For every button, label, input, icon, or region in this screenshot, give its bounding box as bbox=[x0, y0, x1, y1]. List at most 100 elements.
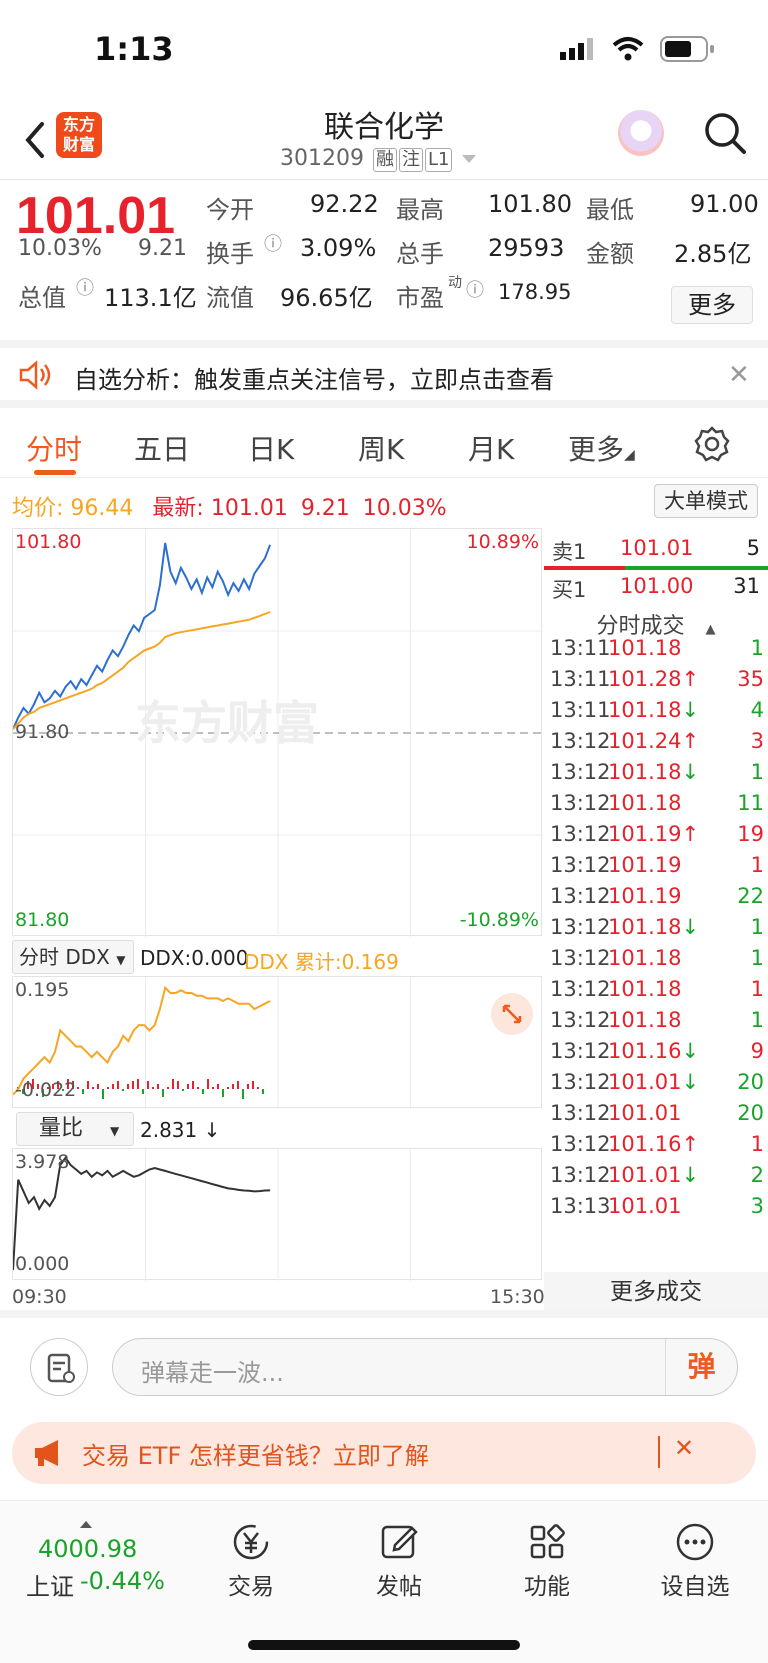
trade-direction-icon: ↑ bbox=[681, 729, 700, 753]
intraday-chart[interactable]: 101.80 91.80 81.80 10.89% -10.89% 东方财富 bbox=[12, 528, 543, 937]
volume-ratio-value: 2.831 ↓ bbox=[140, 1118, 221, 1142]
caret-up-icon: ▲ bbox=[705, 622, 716, 637]
turnover-value: 3.09% bbox=[300, 234, 377, 262]
info-dots-icon[interactable]: ⓘ bbox=[466, 276, 484, 302]
tab-weekly-k[interactable]: 周K bbox=[358, 428, 404, 468]
ask-qty: 5 bbox=[746, 536, 760, 560]
volume-ratio-chart-svg bbox=[13, 1149, 411, 1281]
index-change[interactable]: -0.44% bbox=[80, 1567, 165, 1595]
search-icon[interactable] bbox=[702, 110, 748, 156]
trade-row: 13:12 101.18↓ 1 bbox=[550, 760, 764, 792]
avg-value: 96.44 bbox=[70, 496, 134, 521]
danmu-send-button[interactable]: 弹 bbox=[665, 1339, 737, 1395]
trade-price: 101.24↑ bbox=[608, 729, 699, 753]
wifi-icon bbox=[612, 37, 644, 61]
more-quote-button[interactable]: 更多 bbox=[671, 286, 753, 324]
trade-qty: 1 bbox=[750, 1008, 764, 1032]
ddx-chart-svg bbox=[13, 977, 411, 1109]
info-dots-icon[interactable]: ⓘ bbox=[76, 274, 94, 300]
watermark: 东方财富 bbox=[135, 696, 319, 750]
ddx-bar bbox=[262, 1089, 264, 1094]
bid-row[interactable]: 买1 101.00 31 bbox=[544, 568, 768, 604]
analysis-notice[interactable]: 自选分析：触发重点关注信号，立即点击查看 ✕ bbox=[0, 340, 768, 408]
more-trades-button[interactable]: 更多成交 bbox=[544, 1272, 768, 1312]
ddx-selector[interactable]: 分时 DDX ▼ bbox=[12, 940, 134, 974]
volume-ratio-label: 量比 bbox=[39, 1116, 84, 1141]
volume-value: 29593 bbox=[488, 234, 565, 262]
price-info-line: 均价: 96.44 最新: 101.01 9.21 10.03% bbox=[12, 490, 447, 522]
trade-price-value: 101.19 bbox=[608, 853, 682, 877]
stock-code-row[interactable]: 301209 融注 L1 bbox=[280, 146, 477, 172]
close-icon[interactable]: ✕ bbox=[728, 360, 750, 390]
ddx-bar bbox=[192, 1081, 194, 1089]
trade-price: 101.18 bbox=[608, 977, 681, 1001]
ddx-bar bbox=[257, 1087, 259, 1089]
trade-qty: 20 bbox=[737, 1101, 764, 1125]
tab-daily-k[interactable]: 日K bbox=[248, 428, 294, 468]
ask-row[interactable]: 卖1 101.01 5 bbox=[544, 530, 768, 566]
trade-price-value: 101.28 bbox=[608, 667, 682, 691]
trade-qty: 4 bbox=[750, 698, 764, 722]
trade-time: 13:12 bbox=[550, 822, 611, 846]
pe-label: 市盈 bbox=[396, 284, 444, 312]
danmu-input[interactable]: 弹幕走一波... 弹 bbox=[112, 1338, 738, 1396]
trade-time: 13:12 bbox=[550, 1039, 611, 1063]
trade-row: 13:11 101.28↑ 35 bbox=[550, 667, 764, 699]
trade-qty: 1 bbox=[750, 977, 764, 1001]
ddx-bar bbox=[157, 1084, 159, 1089]
tab-intraday[interactable]: 分时 bbox=[26, 428, 82, 468]
trade-qty: 9 bbox=[750, 1039, 764, 1063]
trade-price: 101.18↓ bbox=[608, 760, 699, 784]
trade-time: 13:11 bbox=[550, 636, 611, 660]
danmu-settings-button[interactable] bbox=[30, 1338, 88, 1396]
volume-ratio-selector[interactable]: 量比 ▼ bbox=[16, 1112, 134, 1146]
chart-tabs: 分时 五日 日K 周K 月K 更多◢ bbox=[0, 408, 768, 478]
edit-icon bbox=[381, 1525, 418, 1559]
trade-price-value: 101.01 bbox=[608, 1194, 682, 1218]
trade-price-value: 101.18 bbox=[608, 915, 682, 939]
ddx-bar bbox=[187, 1084, 189, 1089]
ddx-bar bbox=[147, 1081, 149, 1089]
ddx-selector-label: 分时 DDX bbox=[19, 945, 110, 969]
trade-row: 13:12 101.24↑ 3 bbox=[550, 729, 764, 761]
trade-qty: 3 bbox=[750, 1194, 764, 1218]
info-dots-icon[interactable]: ⓘ bbox=[264, 230, 282, 256]
trade-row: 13:12 101.19 1 bbox=[550, 853, 764, 885]
trade-price: 101.01↓ bbox=[608, 1070, 699, 1094]
trade-price-value: 101.24 bbox=[608, 729, 682, 753]
trade-qty: 1 bbox=[750, 915, 764, 939]
volume-ratio-chart[interactable]: 3.978 0.000 bbox=[12, 1148, 542, 1281]
tab-monthly-k[interactable]: 月K bbox=[468, 428, 514, 468]
document-settings-icon bbox=[47, 1353, 75, 1383]
ddx-chart[interactable]: 0.195 -0.022 bbox=[12, 976, 542, 1109]
level1-tag: L1 bbox=[424, 148, 453, 172]
trade-time: 13:12 bbox=[550, 884, 611, 908]
trade-price: 101.18 bbox=[608, 1008, 681, 1032]
etf-ad-banner[interactable]: 交易 ETF 怎样更省钱？立即了解 ✕ bbox=[12, 1422, 756, 1484]
trade-qty: 1 bbox=[750, 946, 764, 970]
tab-five-day[interactable]: 五日 bbox=[134, 428, 190, 468]
big-order-mode-button[interactable]: 大单模式 bbox=[654, 484, 758, 518]
assistant-avatar[interactable] bbox=[618, 110, 664, 156]
trade-qty: 1 bbox=[750, 853, 764, 877]
index-name[interactable]: 上证 bbox=[26, 1567, 74, 1602]
gear-icon[interactable] bbox=[694, 426, 730, 462]
trade-qty: 3 bbox=[750, 729, 764, 753]
trade-price-value: 101.18 bbox=[608, 636, 682, 660]
trade-time: 13:12 bbox=[550, 1163, 611, 1187]
ddx-bar bbox=[112, 1084, 114, 1089]
close-icon[interactable]: ✕ bbox=[674, 1434, 694, 1462]
expand-icon[interactable] bbox=[491, 993, 533, 1035]
tab-more[interactable]: 更多◢ bbox=[568, 428, 635, 468]
ddx-bar bbox=[132, 1081, 134, 1089]
ddx-bar bbox=[122, 1089, 124, 1091]
latest-label: 最新: bbox=[152, 496, 204, 521]
bid-qty: 31 bbox=[733, 574, 760, 598]
latest-change: 9.21 bbox=[300, 496, 350, 521]
ddx-bar bbox=[172, 1079, 174, 1089]
market-cap-label: 总值 bbox=[18, 284, 66, 312]
trade-price: 101.28↑ bbox=[608, 667, 699, 691]
nav-watchlist-label: 设自选 bbox=[660, 1574, 730, 1600]
index-value[interactable]: 4000.98 bbox=[38, 1535, 137, 1563]
trade-price: 101.16↓ bbox=[608, 1039, 699, 1063]
